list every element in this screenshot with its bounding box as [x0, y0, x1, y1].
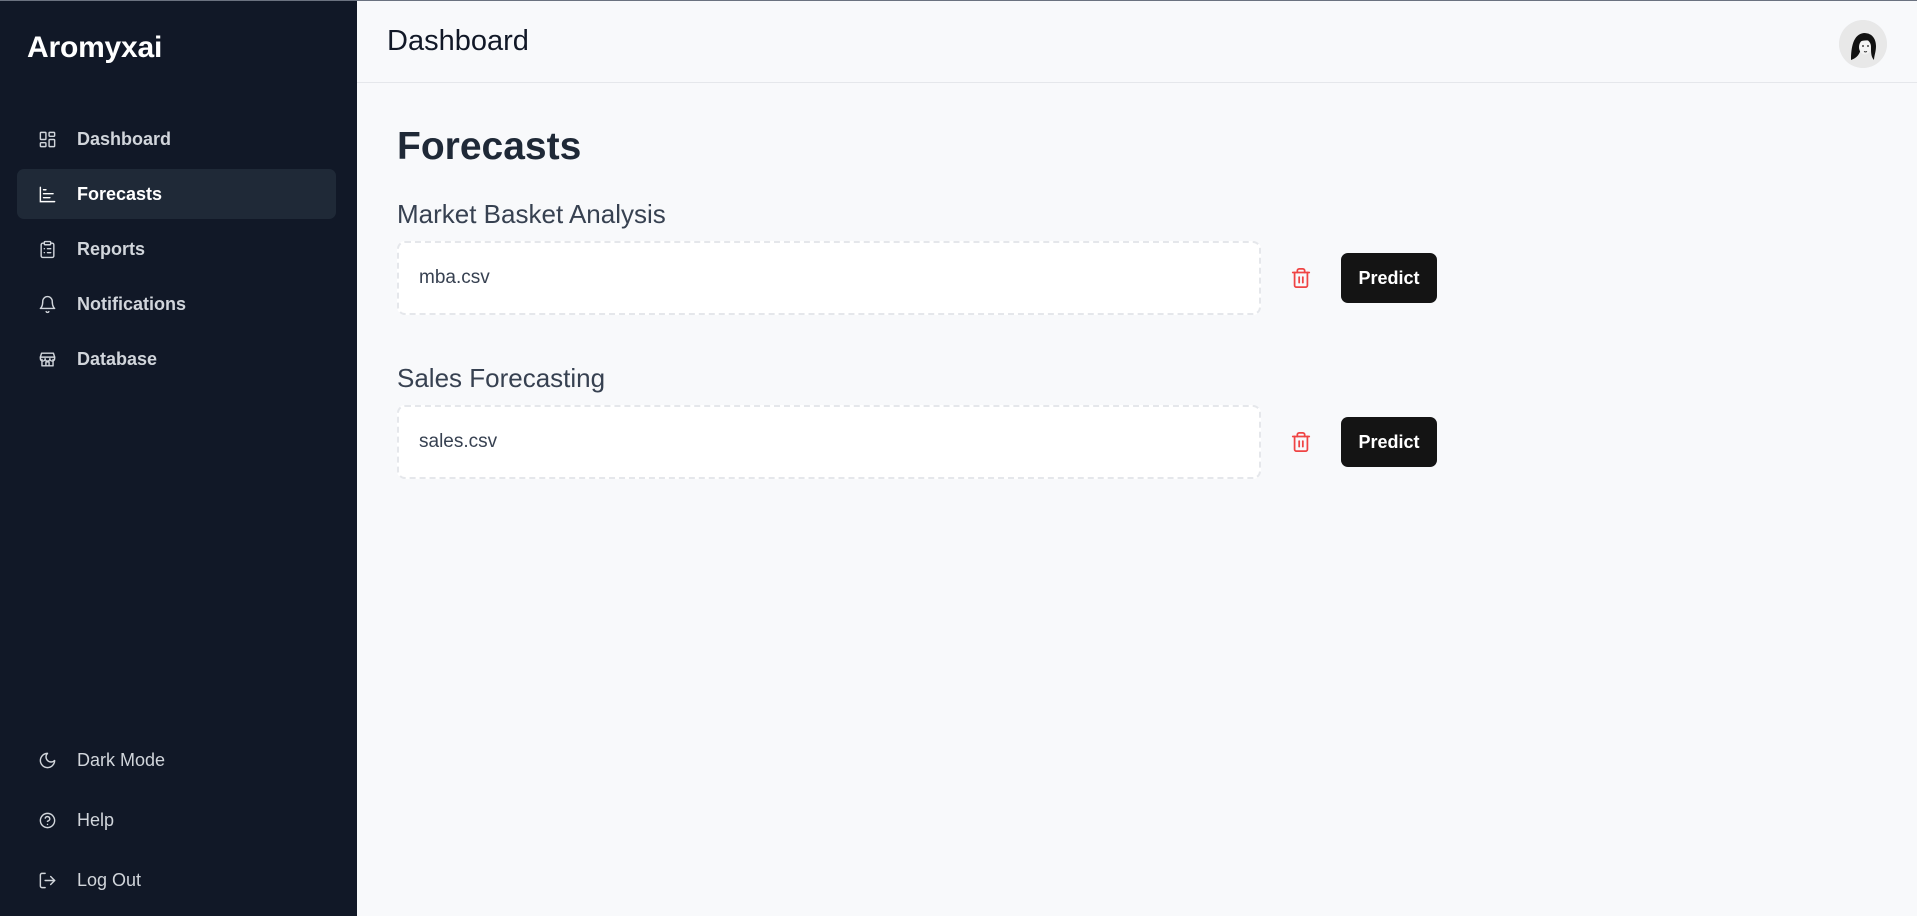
- file-name: sales.csv: [419, 431, 498, 452]
- dark-mode-toggle[interactable]: Dark Mode: [17, 735, 336, 785]
- logout-button[interactable]: Log Out: [17, 855, 336, 905]
- forecast-section-sales: Sales Forecasting sales.csv Predict: [397, 363, 1437, 479]
- clipboard-icon: [37, 239, 57, 259]
- sidebar-item-label: Dashboard: [77, 128, 172, 149]
- trash-icon[interactable]: [1290, 431, 1312, 453]
- file-dropzone[interactable]: mba.csv: [397, 241, 1261, 315]
- moon-icon: [37, 750, 57, 770]
- sidebar: Aromyxai Dashboard Forecasts Reports Not…: [0, 1, 357, 916]
- page-title: Forecasts: [397, 125, 582, 168]
- sidebar-item-notifications[interactable]: Notifications: [17, 279, 336, 329]
- sidebar-item-label: Dark Mode: [77, 749, 166, 770]
- help-circle-icon: [37, 810, 57, 830]
- sidebar-item-label: Database: [77, 348, 158, 369]
- sidebar-item-database[interactable]: Database: [17, 334, 336, 384]
- file-name: mba.csv: [419, 267, 490, 288]
- file-dropzone[interactable]: sales.csv: [397, 405, 1261, 479]
- user-avatar[interactable]: [1839, 20, 1887, 68]
- bell-icon: [37, 294, 57, 314]
- top-header: Dashboard: [357, 1, 1917, 83]
- section-title: Market Basket Analysis: [397, 199, 666, 229]
- sidebar-item-label: Help: [77, 809, 115, 830]
- predict-button[interactable]: Predict: [1341, 417, 1437, 467]
- chart-icon: [37, 184, 57, 204]
- sidebar-item-forecasts[interactable]: Forecasts: [17, 169, 336, 219]
- section-title: Sales Forecasting: [397, 363, 606, 393]
- predict-button[interactable]: Predict: [1341, 253, 1437, 303]
- trash-icon[interactable]: [1290, 267, 1312, 289]
- sidebar-item-label: Notifications: [77, 293, 187, 314]
- sidebar-item-dashboard[interactable]: Dashboard: [17, 114, 336, 164]
- sidebar-nav: Dashboard Forecasts Reports Notification…: [17, 114, 336, 389]
- dashboard-icon: [37, 129, 57, 149]
- header-title: Dashboard: [387, 25, 529, 57]
- logout-icon: [37, 870, 57, 890]
- sidebar-bottom-nav: Dark Mode Help Log Out: [17, 735, 336, 915]
- app-logo[interactable]: Aromyxai: [27, 31, 162, 65]
- sidebar-item-label: Reports: [77, 238, 146, 259]
- forecast-section-mba: Market Basket Analysis mba.csv Predict: [397, 199, 1437, 315]
- sidebar-item-reports[interactable]: Reports: [17, 224, 336, 274]
- sidebar-item-help[interactable]: Help: [17, 795, 336, 845]
- sidebar-item-label: Forecasts: [77, 183, 163, 204]
- sidebar-item-label: Log Out: [77, 869, 142, 890]
- store-icon: [37, 349, 57, 369]
